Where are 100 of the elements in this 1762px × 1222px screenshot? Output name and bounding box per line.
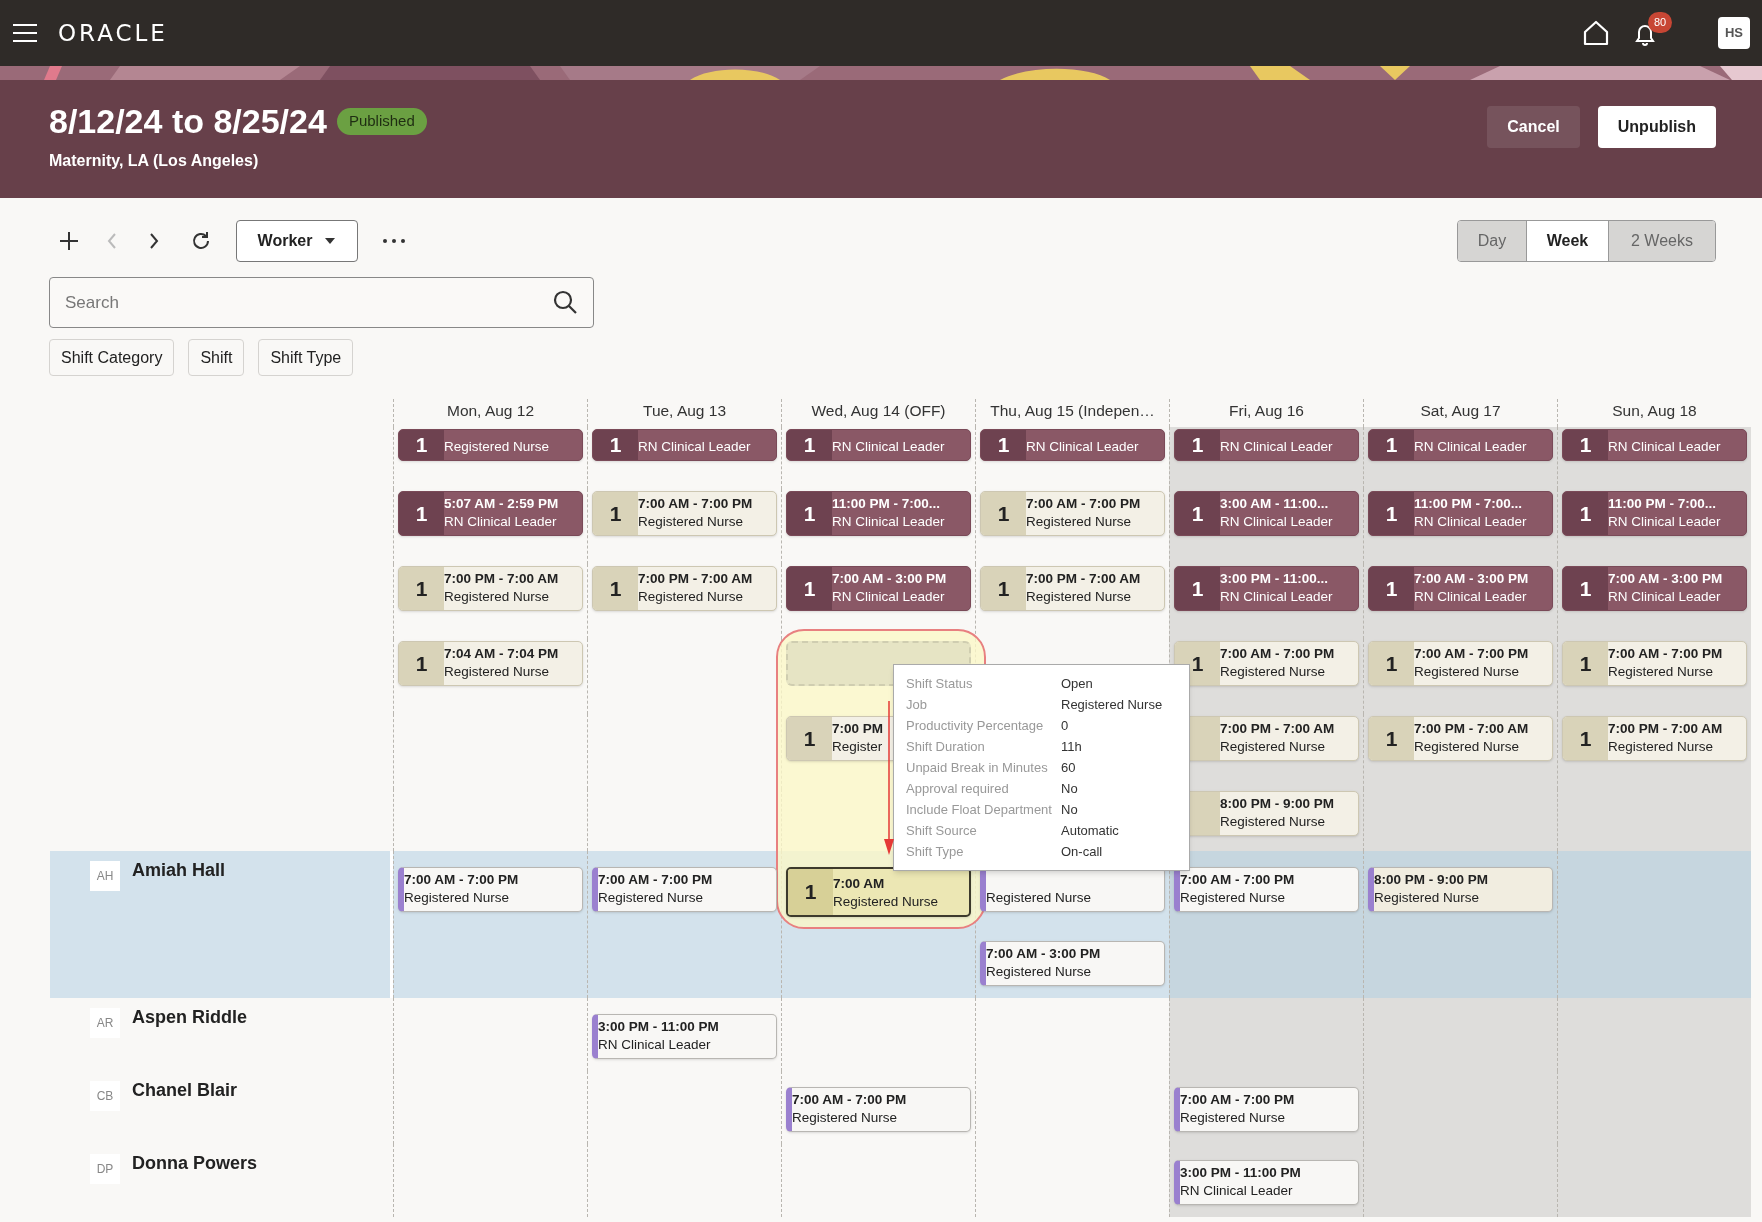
view-by-dropdown[interactable]: Worker bbox=[236, 220, 358, 262]
shift-card[interactable]: 1 7:00 AM - 3:00 PM RN Clinical Leader bbox=[1368, 566, 1553, 611]
shift-card[interactable]: 1 7:00 AM Registered Nurse bbox=[786, 867, 971, 917]
count-block: 1 bbox=[399, 567, 444, 610]
shift-card[interactable]: 1 RN Clinical Leader bbox=[592, 429, 777, 461]
count-block: 1 bbox=[788, 869, 833, 915]
shift-card[interactable]: 1 7:00 AM - 7:00 PM Registered Nurse bbox=[1562, 641, 1747, 686]
shift-card[interactable]: 1 7:04 AM - 7:04 PM Registered Nurse bbox=[398, 641, 583, 686]
job-title: RN Clinical Leader bbox=[1026, 438, 1139, 456]
search-icon[interactable] bbox=[552, 289, 578, 315]
shift-card[interactable]: 1 3:00 AM - 11:00... RN Clinical Leader bbox=[1174, 491, 1359, 536]
tooltip-label: Include Float Department bbox=[906, 800, 1053, 819]
job-title: Registered Nurse bbox=[986, 889, 1092, 907]
shift-card[interactable]: 1 RN Clinical Leader bbox=[1562, 429, 1747, 461]
shift-card[interactable]: 1 11:00 PM - 7:00... RN Clinical Leader bbox=[1368, 491, 1553, 536]
job-title: Registered Nurse bbox=[1026, 588, 1133, 606]
day-header: Fri, Aug 16 bbox=[1229, 401, 1304, 421]
shift-card[interactable]: 1 7:00 AM - 7:00 PM Registered Nurse bbox=[592, 491, 777, 536]
tooltip-label: Unpaid Break in Minutes bbox=[906, 758, 1049, 777]
more-icon[interactable] bbox=[382, 238, 406, 244]
job-title: Registered Nurse bbox=[1026, 513, 1133, 531]
shift-card[interactable]: 1 5:07 AM - 2:59 PM RN Clinical Leader bbox=[398, 491, 583, 536]
view-tab[interactable]: Week bbox=[1526, 221, 1608, 261]
filter-chip[interactable]: Shift bbox=[188, 339, 245, 376]
shift-time: 11:00 PM - 7:00... bbox=[832, 495, 942, 513]
worker-row-header[interactable]: AR Aspen Riddle bbox=[50, 998, 393, 1071]
shift-card[interactable]: 8:00 PM - 9:00 PM Registered Nurse bbox=[1368, 867, 1553, 912]
shift-time: 7:00 PM - 7:00 AM bbox=[1608, 720, 1723, 738]
count-block: 1 bbox=[1369, 642, 1414, 685]
shift-time: 3:00 PM - 11:00... bbox=[1220, 570, 1330, 588]
shift-time: 3:00 PM - 11:00 PM bbox=[598, 1018, 719, 1036]
filter-chip[interactable]: Shift Category bbox=[49, 339, 175, 376]
shift-card[interactable]: 1 RN Clinical Leader bbox=[1174, 429, 1359, 461]
job-title: RN Clinical Leader bbox=[1414, 513, 1527, 531]
job-title: Registered Nurse bbox=[1414, 663, 1521, 681]
count-block: 1 bbox=[1563, 492, 1608, 535]
shift-card[interactable]: 1 RN Clinical Leader bbox=[786, 429, 971, 461]
search-field[interactable]: Search bbox=[49, 277, 594, 328]
worker-row-header[interactable]: DP Donna Powers bbox=[50, 1144, 393, 1217]
shift-card[interactable]: 1 7:00 PM - 7:00 AM Registered Nurse bbox=[592, 566, 777, 611]
shift-card[interactable]: 1 RN Clinical Leader bbox=[1368, 429, 1553, 461]
shift-card[interactable]: 1 11:00 PM - 7:00... RN Clinical Leader bbox=[786, 491, 971, 536]
count-block: 1 bbox=[1369, 717, 1414, 760]
tooltip-value: Open bbox=[1061, 674, 1093, 693]
worker-row-header[interactable]: AH Amiah Hall bbox=[50, 851, 393, 998]
shift-card[interactable]: 7:00 AM - 7:00 PM Registered Nurse bbox=[592, 867, 777, 912]
shift-card[interactable]: 1 7:00 AM - 7:00 PM Registered Nurse bbox=[980, 491, 1165, 536]
shift-card[interactable]: 1 3:00 PM - 11:00... RN Clinical Leader bbox=[1174, 566, 1359, 611]
add-icon[interactable] bbox=[58, 230, 80, 252]
filter-chip[interactable]: Shift Type bbox=[258, 339, 354, 376]
shift-card[interactable]: 7:00 AM - 7:00 PM Registered Nurse bbox=[786, 1087, 971, 1132]
count-block: 1 bbox=[1175, 492, 1220, 535]
shift-card[interactable]: 1 7:00 PM - 7:00 AM Registered Nurse bbox=[1562, 716, 1747, 761]
shift-card[interactable]: 1 7:00 PM - 7:00 AM Registered Nurse bbox=[1368, 716, 1553, 761]
worker-name: Donna Powers bbox=[132, 1152, 258, 1175]
refresh-icon[interactable] bbox=[190, 230, 212, 252]
job-title: Register bbox=[832, 738, 884, 756]
view-tab[interactable]: 2 Weeks bbox=[1608, 221, 1715, 261]
worker-avatar: AH bbox=[90, 861, 120, 891]
shift-card[interactable]: 1 7:00 PM - 7:00 AM Registered Nurse bbox=[980, 566, 1165, 611]
job-title: RN Clinical Leader bbox=[598, 1036, 712, 1054]
shift-card[interactable]: 7:00 AM - 7:00 PM Registered Nurse bbox=[398, 867, 583, 912]
home-icon[interactable] bbox=[1582, 20, 1610, 46]
shift-card[interactable]: 1 7:00 AM - 7:00 PM Registered Nurse bbox=[1368, 641, 1553, 686]
tooltip-value: On-call bbox=[1061, 842, 1103, 861]
job-title: RN Clinical Leader bbox=[1414, 588, 1528, 606]
job-title: RN Clinical Leader bbox=[1220, 438, 1333, 456]
day-header: Thu, Aug 15 (Indepen… bbox=[990, 401, 1155, 421]
cancel-button[interactable]: Cancel bbox=[1487, 106, 1580, 148]
count-block: 1 bbox=[399, 642, 444, 685]
shift-card[interactable]: 1 7:00 PM - 7:00 AM Registered Nurse bbox=[398, 566, 583, 611]
shift-card[interactable]: 7:00 AM - 7:00 PM Registered Nurse bbox=[1174, 867, 1359, 912]
view-tab[interactable]: Day bbox=[1458, 221, 1526, 261]
job-title: Registered Nurse bbox=[638, 513, 745, 531]
worker-avatar: CB bbox=[90, 1081, 120, 1111]
shift-card[interactable]: 1 7:00 AM - 7:00 PM Registered Nurse bbox=[1174, 641, 1359, 686]
shift-card[interactable]: 3:00 PM - 11:00 PM RN Clinical Leader bbox=[592, 1014, 777, 1059]
user-avatar[interactable]: HS bbox=[1718, 17, 1750, 49]
count-block: 1 bbox=[593, 492, 638, 535]
count-block: 1 bbox=[981, 567, 1026, 610]
shift-card[interactable]: 1 11:00 PM - 7:00... RN Clinical Leader bbox=[1562, 491, 1747, 536]
shift-card[interactable]: 1 Registered Nurse bbox=[398, 429, 583, 461]
job-title: Registered Nurse bbox=[1608, 738, 1715, 756]
shift-card[interactable]: 7:00 AM - 3:00 PM Registered Nurse bbox=[980, 941, 1165, 986]
logo[interactable]: ORACLE bbox=[58, 15, 168, 51]
count-block: 1 bbox=[787, 567, 832, 610]
day-header: Sat, Aug 17 bbox=[1420, 401, 1501, 421]
unpublish-button[interactable]: Unpublish bbox=[1597, 106, 1716, 148]
count-block: 1 bbox=[1369, 492, 1414, 535]
chevron-right-icon[interactable] bbox=[148, 232, 160, 250]
shift-card[interactable]: 1 7:00 AM - 3:00 PM RN Clinical Leader bbox=[786, 566, 971, 611]
shift-card[interactable]: 3:00 PM - 11:00 PM RN Clinical Leader bbox=[1174, 1160, 1359, 1205]
menu-icon[interactable] bbox=[12, 23, 38, 43]
job-title: Registered Nurse bbox=[444, 588, 551, 606]
worker-row-header[interactable]: CB Chanel Blair bbox=[50, 1071, 393, 1144]
job-title: Registered Nurse bbox=[404, 889, 511, 907]
worker-name: Amiah Hall bbox=[132, 859, 226, 882]
shift-card[interactable]: 1 RN Clinical Leader bbox=[980, 429, 1165, 461]
shift-card[interactable]: 1 7:00 AM - 3:00 PM RN Clinical Leader bbox=[1562, 566, 1747, 611]
shift-card[interactable]: 7:00 AM - 7:00 PM Registered Nurse bbox=[1174, 1087, 1359, 1132]
